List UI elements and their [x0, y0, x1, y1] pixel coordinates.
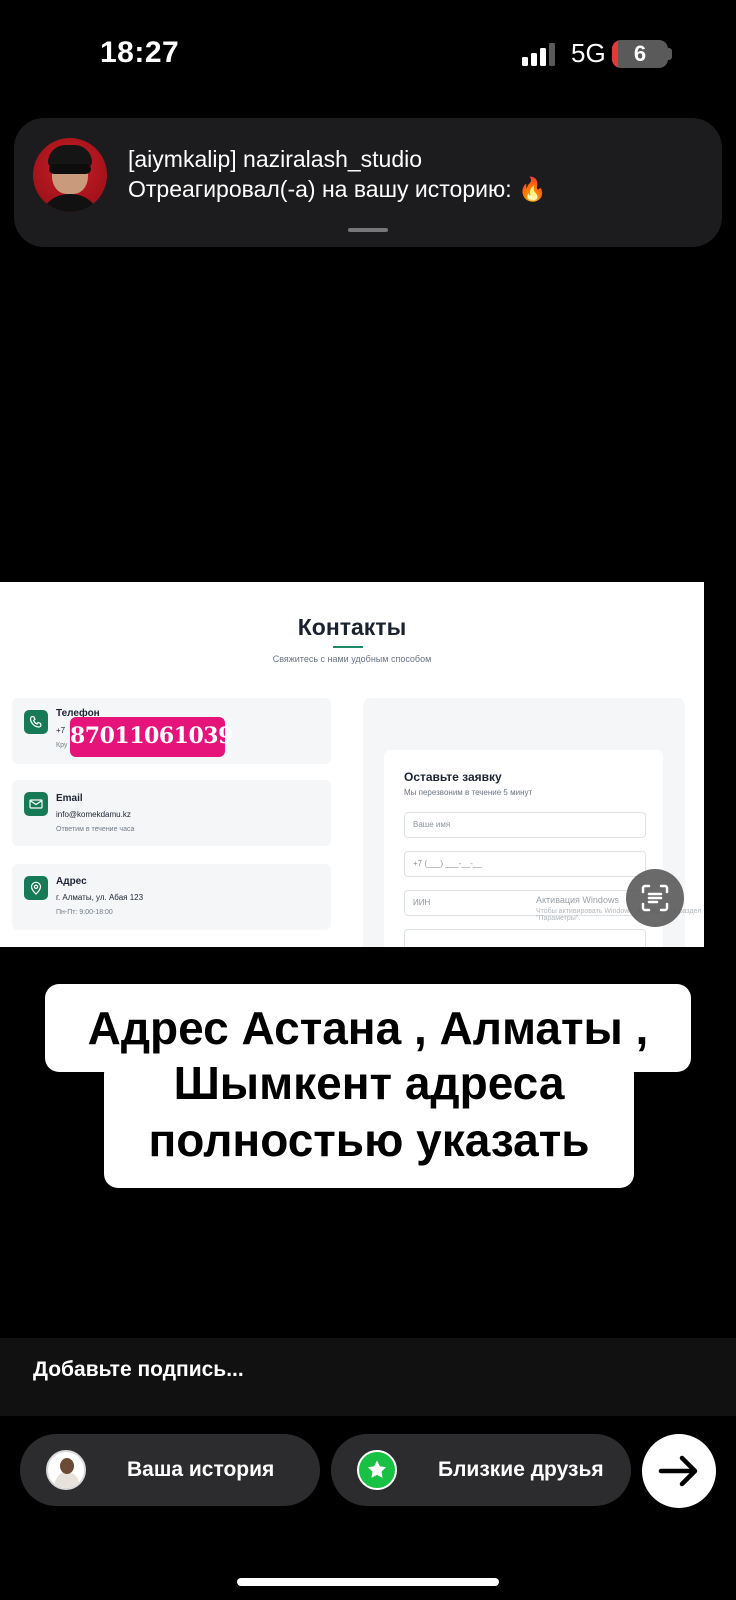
- card-note: Ответим в течение часа: [56, 826, 135, 833]
- battery-icon: 6: [612, 40, 668, 68]
- card-value: +7: [56, 726, 66, 735]
- card-value: г. Алматы, ул. Абая 123: [56, 893, 144, 902]
- close-friends-label: Близкие друзья: [438, 1458, 604, 1481]
- phone-number-text: 87011061039: [70, 723, 233, 749]
- form-title: Оставьте заявку: [404, 770, 502, 784]
- contacts-heading: Контакты: [297, 614, 407, 640]
- card-title: Адрес: [56, 876, 87, 887]
- battery-percent: 6: [633, 41, 647, 66]
- story-image: Контакты Свяжитесь с нами удобным способ…: [0, 582, 704, 947]
- signal-icon: [522, 43, 555, 66]
- your-story-label: Ваша история: [127, 1458, 275, 1481]
- location-icon: [24, 876, 48, 900]
- star-icon: [357, 1450, 397, 1490]
- battery-cap: [668, 48, 672, 60]
- contact-card-email: Email info@komekdamu.kz Ответим в течени…: [12, 780, 331, 846]
- phone-field: +7 (___) ___-__-__: [404, 851, 646, 877]
- card-note: Кру: [56, 742, 68, 749]
- network-label: 5G: [571, 38, 606, 68]
- home-indicator[interactable]: [237, 1578, 499, 1586]
- card-value: info@komekdamu.kz: [56, 810, 131, 819]
- arrow-right-icon: [658, 1455, 698, 1487]
- caption-line-3[interactable]: полностью указать: [104, 1112, 634, 1168]
- send-button[interactable]: [642, 1434, 716, 1508]
- form-subtitle: Мы перезвоним в течение 5 минут: [404, 788, 533, 797]
- notification-avatar: [33, 138, 107, 212]
- card-title: Email: [56, 793, 83, 804]
- notification-title: [aiymkalip] naziralash_studio: [128, 146, 423, 172]
- mail-icon: [24, 792, 48, 816]
- phone-number-sticker[interactable]: 87011061039: [70, 717, 233, 757]
- status-time: 18:27: [100, 36, 180, 69]
- story-avatar: [46, 1450, 86, 1490]
- caption-line-1[interactable]: Адрес Астана , Алматы ,: [45, 1000, 691, 1056]
- extra-field: [404, 929, 646, 947]
- name-field: Ваше имя: [404, 812, 646, 838]
- your-story-button[interactable]: Ваша история: [20, 1434, 320, 1506]
- notification-text: Отреагировал(-а) на вашу историю: 🔥: [128, 176, 547, 202]
- card-note: Пн-Пт: 9:00-18:00: [56, 909, 113, 916]
- close-friends-button[interactable]: Близкие друзья: [331, 1434, 631, 1506]
- phone-icon: [24, 710, 48, 734]
- caption-input[interactable]: Добавьте подпись...: [33, 1358, 244, 1382]
- windows-watermark: Активация Windows: [536, 895, 619, 905]
- contact-card-address: Адрес г. Алматы, ул. Абая 123 Пн-Пт: 9:0…: [12, 864, 331, 930]
- banner-grabber[interactable]: [348, 228, 388, 232]
- heading-underline: [333, 646, 363, 648]
- contacts-subheading: Свяжитесь с нами удобным способом: [272, 654, 432, 664]
- caption-line-2[interactable]: Шымкент адреса: [104, 1055, 634, 1111]
- lens-icon[interactable]: [626, 869, 684, 927]
